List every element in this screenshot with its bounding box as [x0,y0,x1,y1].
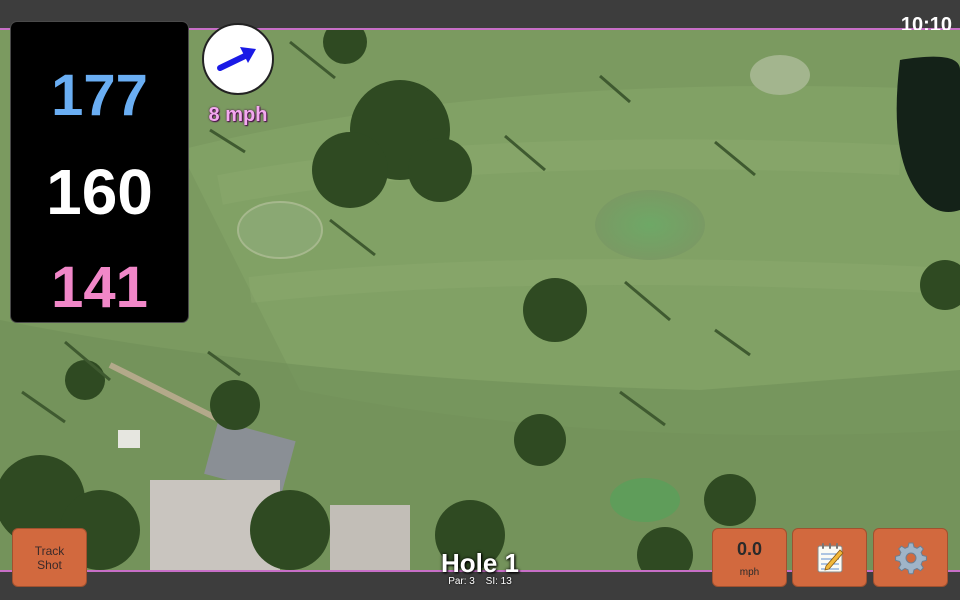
notepad-icon [817,542,844,572]
wind-direction-indicator [202,23,274,95]
speed-button[interactable]: 0.0 mph [712,528,787,587]
stroke-index-label: SI: 13 [485,576,512,587]
speed-value: 0.0 [736,539,763,559]
track-shot-button[interactable]: Track Shot [12,528,87,587]
back-distance: 177 [51,63,148,128]
track-shot-label: Track Shot [34,543,65,572]
wind-speed: 8 mph [208,104,268,126]
hole-info: Par: 3 SI: 13 [380,576,580,587]
hole-title: Hole 1 [440,548,520,578]
arrow-northeast-icon [217,47,256,71]
distance-panel: 177 160 141 [11,22,188,322]
gear-icon [894,542,927,574]
middle-distance: 160 [46,156,153,228]
speed-unit: mph [739,567,760,578]
par-label: Par: 3 [448,576,475,587]
front-distance: 141 [51,255,148,320]
notes-button[interactable] [792,528,867,587]
settings-button[interactable] [873,528,948,587]
